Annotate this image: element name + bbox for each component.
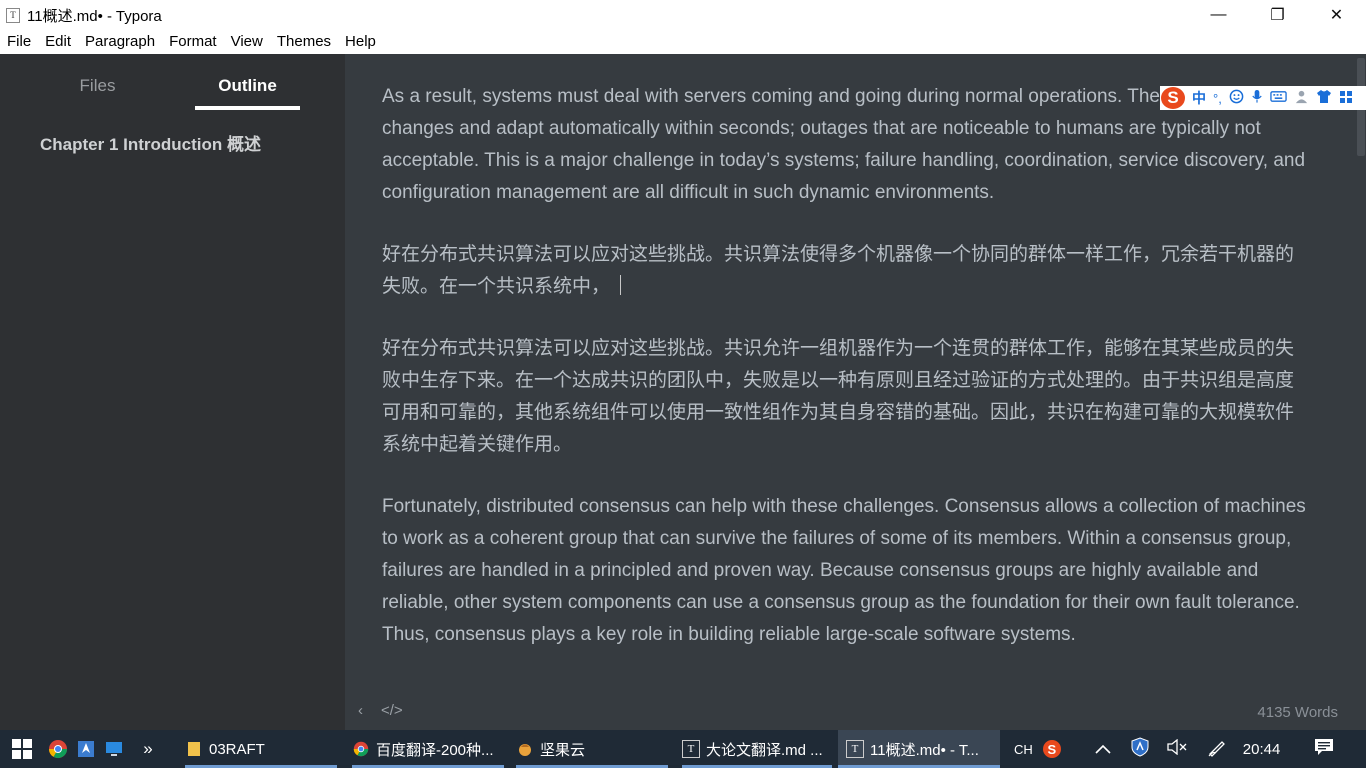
typora-icon: T [846, 740, 864, 758]
task-label: 03RAFT [209, 740, 265, 758]
shirt-icon[interactable] [1316, 89, 1332, 107]
system-tray: CH S 20:44 [1014, 730, 1334, 768]
security-shield-icon[interactable] [1131, 737, 1149, 761]
task-label: 坚果云 [540, 741, 586, 759]
menu-paragraph[interactable]: Paragraph [78, 30, 162, 54]
chrome-icon[interactable] [44, 730, 72, 768]
taskbar-item-baidu-translate[interactable]: 百度翻译-200种... [352, 730, 504, 768]
minimize-button[interactable]: — [1189, 0, 1248, 30]
menu-bar: File Edit Paragraph Format View Themes H… [0, 30, 1366, 54]
menu-format[interactable]: Format [162, 30, 224, 54]
source-code-mode-icon[interactable]: </> [381, 702, 403, 719]
close-button[interactable]: ✕ [1307, 0, 1366, 30]
nutstore-icon [516, 740, 534, 758]
ime-toolbar[interactable]: S 中 °, [1160, 86, 1366, 110]
sidebar: Files Outline Chapter 1 Introduction 概述 [0, 54, 345, 730]
emoji-icon[interactable] [1229, 89, 1244, 107]
outline-item-chapter-1[interactable]: Chapter 1 Introduction 概述 [40, 130, 261, 155]
punctuation-toggle[interactable]: °, [1213, 91, 1222, 106]
title-bar: T 11概述.md• - Typora — ❐ ✕ [0, 0, 1366, 30]
folder-icon [185, 740, 203, 758]
menu-themes[interactable]: Themes [270, 30, 338, 54]
editor-scrollbar[interactable] [1357, 54, 1365, 730]
typora-app-icon: T [6, 7, 20, 23]
editor-pane[interactable]: As a result, systems must deal with serv… [345, 54, 1366, 730]
tab-files[interactable]: Files [45, 76, 150, 96]
ime-indicator[interactable]: CH [1014, 742, 1033, 757]
notification-center-icon[interactable] [1314, 738, 1334, 760]
paragraph[interactable]: 好在分布式共识算法可以应对这些挑战。共识允许一组机器作为一个连贯的群体工作，能够… [382, 333, 1312, 461]
document-content[interactable]: As a result, systems must deal with serv… [382, 81, 1312, 681]
grid-icon[interactable] [1339, 90, 1353, 107]
paragraph-active[interactable]: 好在分布式共识算法可以应对这些挑战。共识算法使得多个机器像一个协同的群体一样工作… [382, 239, 1312, 303]
editor-footer: ‹ </> 4135 Words [345, 694, 1366, 730]
mic-icon[interactable] [1251, 89, 1263, 107]
task-label: 大论文翻译.md ... [706, 741, 823, 759]
chevron-up-icon[interactable] [1095, 741, 1111, 758]
pen-icon[interactable] [1207, 737, 1227, 761]
taskbar-item-typora-active[interactable]: T 11概述.md• - T... [838, 730, 1000, 768]
keyboard-icon[interactable] [1270, 90, 1287, 106]
taskbar: » 03RAFT 百度翻译-200种... 坚果云 T 大论文翻译.md ...… [0, 730, 1366, 768]
menu-edit[interactable]: Edit [38, 30, 78, 54]
ime-mode-toggle[interactable]: 中 [1192, 88, 1206, 108]
maximize-button[interactable]: ❐ [1248, 0, 1307, 30]
task-label: 百度翻译-200种... [376, 741, 494, 759]
user-icon[interactable] [1294, 89, 1309, 107]
menu-help[interactable]: Help [338, 30, 383, 54]
window-controls: — ❐ ✕ [1189, 0, 1366, 30]
app-pin-icon[interactable] [72, 730, 100, 768]
task-label: 11概述.md• - T... [870, 741, 979, 759]
sogou-tray-icon[interactable]: S [1042, 740, 1061, 758]
volume-muted-icon[interactable] [1167, 738, 1187, 759]
paragraph-text[interactable]: 好在分布式共识算法可以应对这些挑战。共识算法使得多个机器像一个协同的群体一样工作… [382, 244, 1294, 297]
sidebar-tabs: Files Outline [0, 54, 345, 112]
tab-outline[interactable]: Outline [195, 76, 300, 96]
word-count[interactable]: 4135 Words [1257, 704, 1338, 721]
toggle-sidebar-icon[interactable]: ‹ [358, 702, 363, 719]
taskbar-item-nutstore[interactable]: 坚果云 [516, 730, 668, 768]
menu-file[interactable]: File [0, 30, 38, 54]
paragraph[interactable]: Fortunately, distributed consensus can h… [382, 491, 1312, 651]
menu-view[interactable]: View [224, 30, 270, 54]
windows-start-icon[interactable] [0, 730, 44, 768]
active-tab-indicator [195, 106, 300, 110]
text-cursor [620, 275, 622, 295]
overflow-chevron-icon[interactable]: » [134, 730, 162, 768]
typora-icon: T [682, 740, 700, 758]
clock[interactable]: 20:44 [1243, 741, 1281, 758]
sogou-logo-icon[interactable]: S [1161, 87, 1185, 109]
window-title: 11概述.md• - Typora [27, 7, 162, 25]
chrome-icon [352, 740, 370, 758]
taskbar-item-thesis-translation[interactable]: T 大论文翻译.md ... [682, 730, 832, 768]
taskbar-item-03raft[interactable]: 03RAFT [185, 730, 337, 768]
monitor-icon[interactable] [100, 730, 128, 768]
